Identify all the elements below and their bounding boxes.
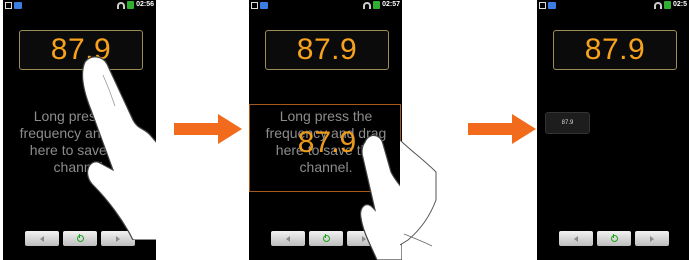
- battery-icon: [373, 1, 381, 9]
- status-bar: 02:57: [249, 0, 402, 13]
- battery-icon: [663, 1, 671, 9]
- screen-2: 02:57 87.9 Long press the frequency and …: [249, 0, 402, 260]
- headphones-icon: [653, 1, 662, 9]
- headphones-icon: [117, 1, 126, 9]
- notification-icon: [539, 2, 546, 9]
- hand-pointer-icon: [81, 56, 156, 240]
- storage-icon: [260, 2, 268, 9]
- hand-pointer-icon: [360, 134, 402, 260]
- power-icon: [322, 234, 330, 242]
- arrow-right-icon: [468, 114, 536, 144]
- triangle-left-icon: [574, 235, 578, 242]
- status-time: 02:57: [382, 1, 400, 8]
- triangle-left-icon: [40, 235, 44, 242]
- tuner-controls: [559, 231, 669, 246]
- prev-button[interactable]: [25, 231, 59, 246]
- next-button[interactable]: [635, 231, 669, 246]
- hand-wrist-icon: [400, 139, 437, 247]
- storage-icon: [14, 2, 22, 9]
- battery-icon: [127, 1, 135, 9]
- status-time: 02:56: [136, 1, 154, 8]
- prev-button[interactable]: [559, 231, 593, 246]
- status-time: 02:5: [672, 1, 687, 8]
- status-bar: 02:56: [3, 0, 156, 13]
- frequency-display[interactable]: 87.9: [553, 30, 677, 70]
- screen-1: 02:56 87.9 Long press the frequency and …: [3, 0, 156, 260]
- notification-icon: [5, 2, 12, 9]
- power-button[interactable]: [597, 231, 631, 246]
- prev-button[interactable]: [271, 231, 305, 246]
- arrow-right-icon: [174, 114, 242, 144]
- notification-icon: [251, 2, 258, 9]
- headphones-icon: [363, 1, 372, 9]
- power-icon: [610, 234, 618, 242]
- saved-channel-button[interactable]: 87.9: [545, 112, 590, 134]
- power-button[interactable]: [309, 231, 343, 246]
- screen-3: 02:5 87.9 87.9: [537, 0, 689, 260]
- status-bar: 02:5: [537, 0, 689, 13]
- frequency-value: 87.9: [296, 33, 358, 66]
- hint-line: Long press the: [279, 108, 373, 124]
- triangle-left-icon: [286, 235, 290, 242]
- storage-icon: [548, 2, 556, 9]
- frequency-display[interactable]: 87.9: [265, 30, 389, 70]
- triangle-right-icon: [650, 235, 654, 242]
- frequency-value: 87.9: [584, 33, 646, 66]
